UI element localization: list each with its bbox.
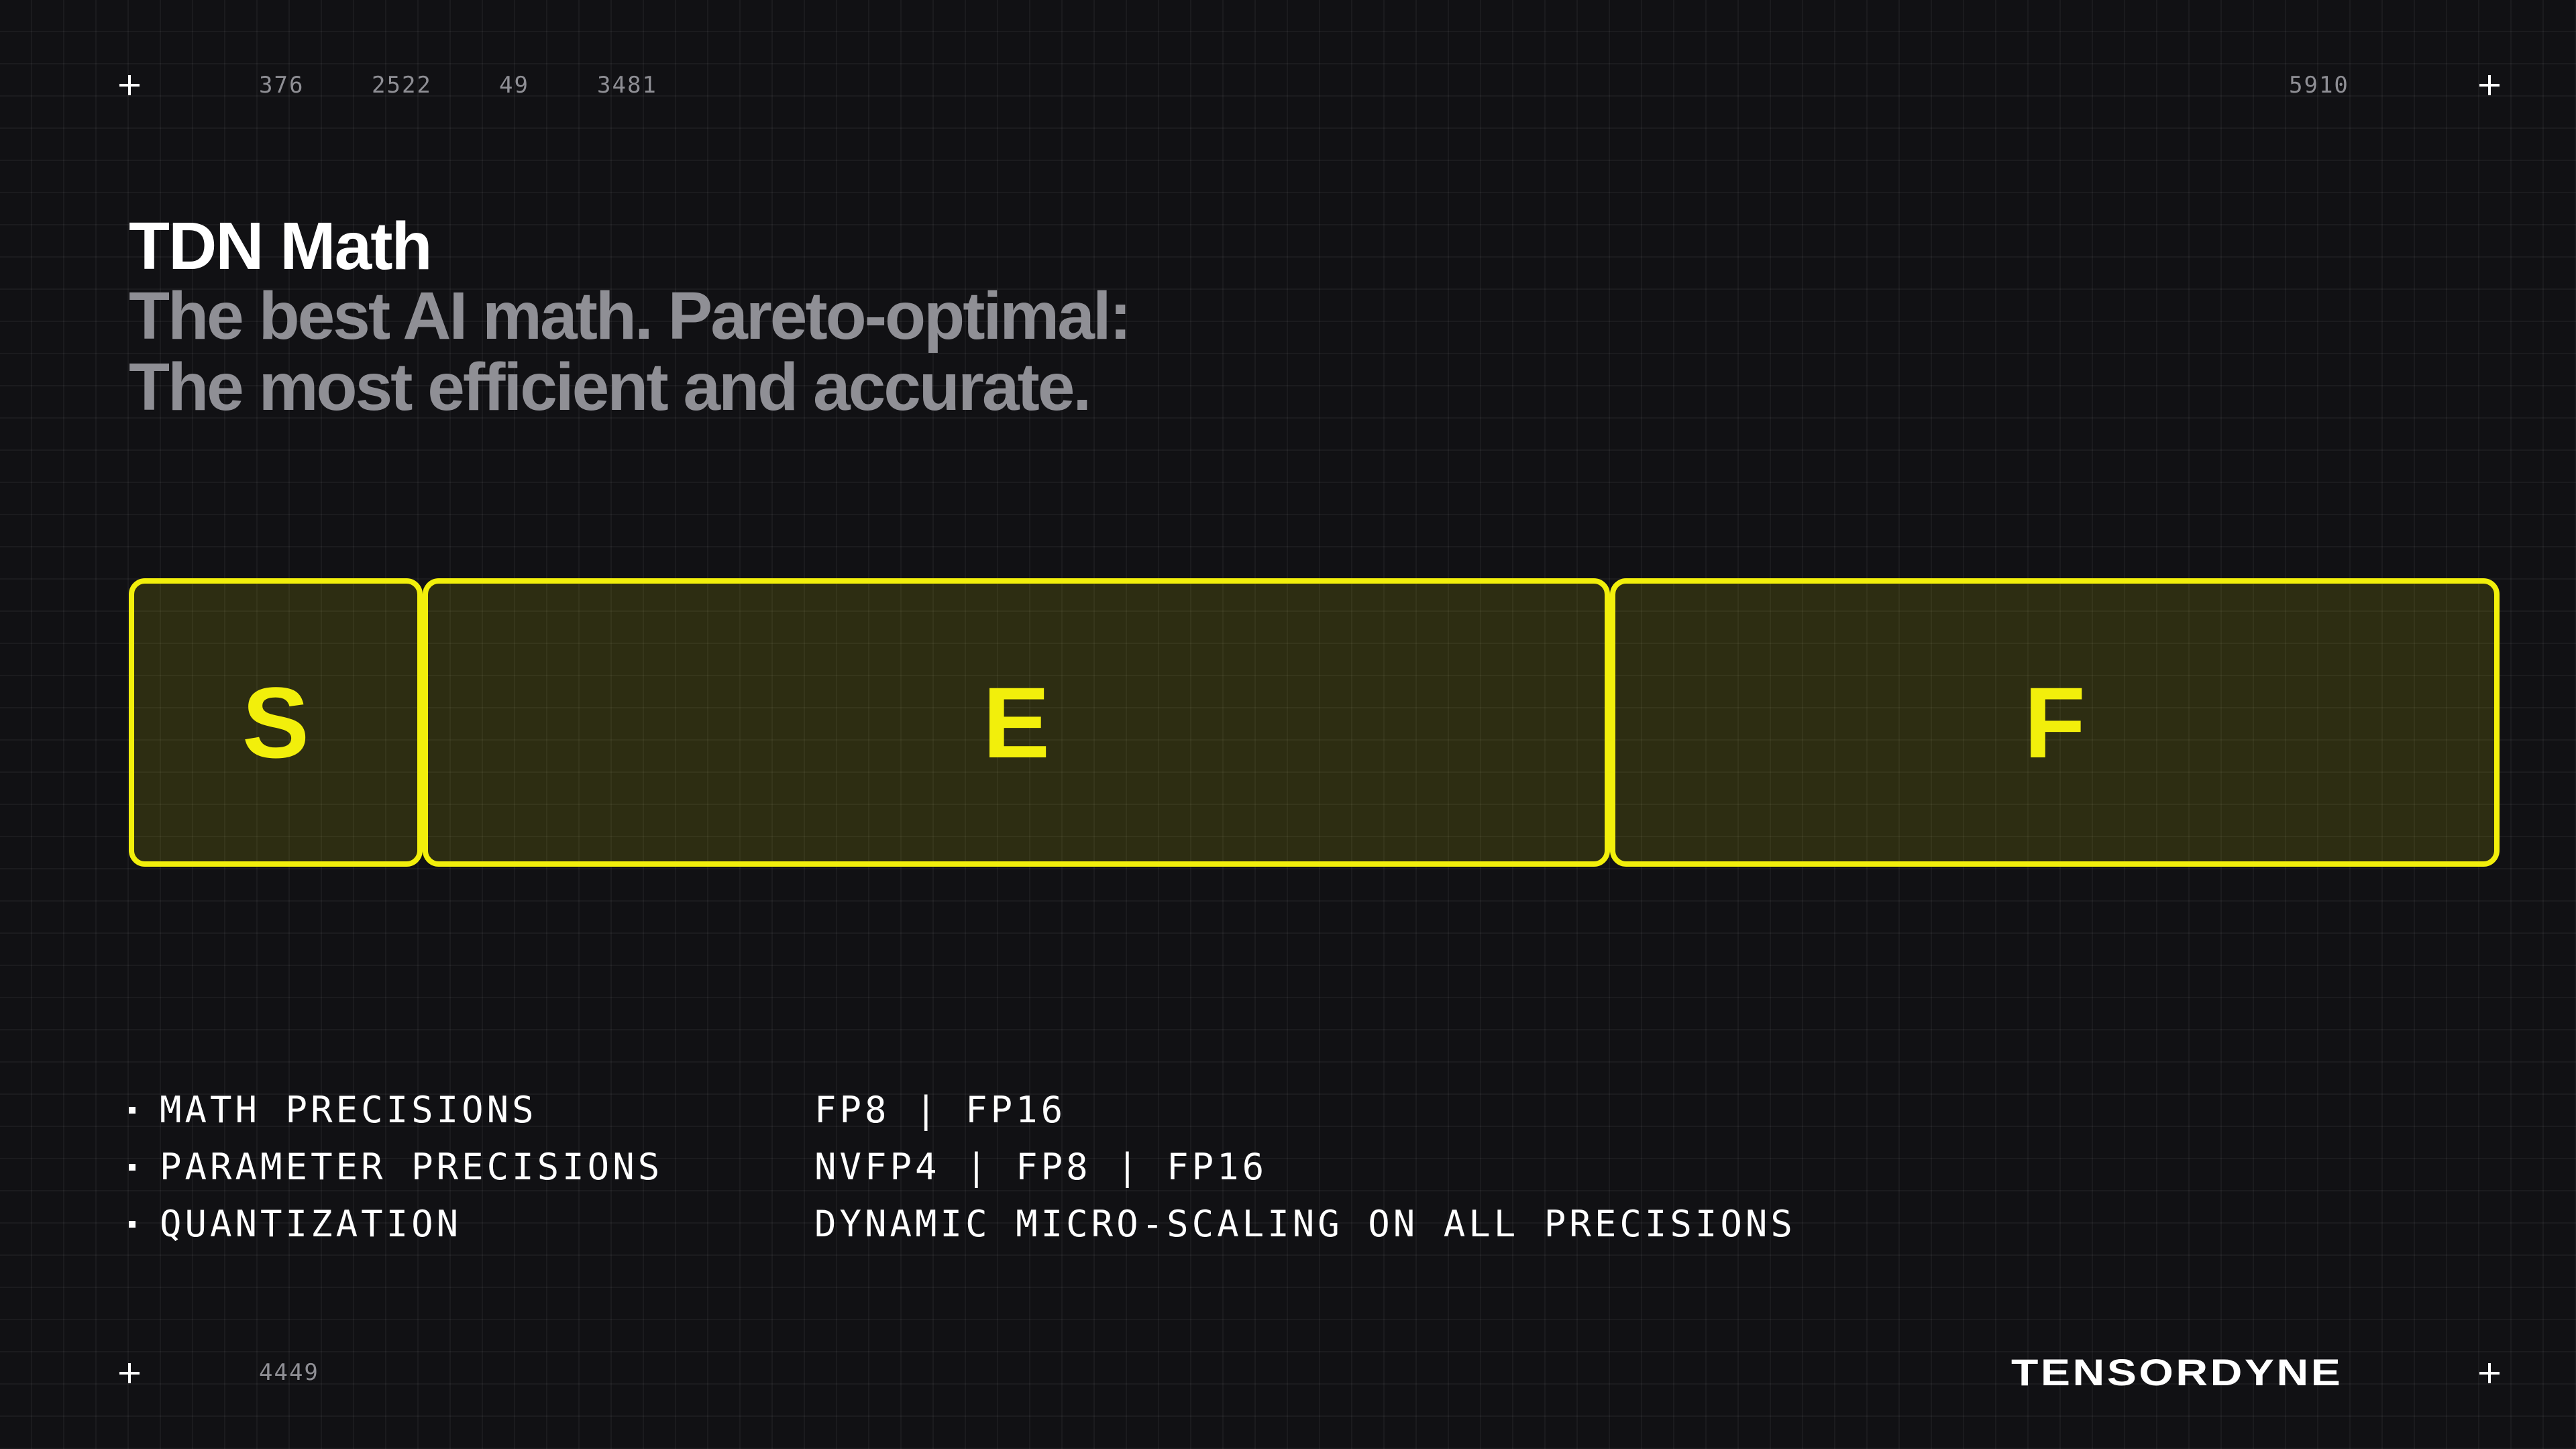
spec-value: FP8 | FP16: [814, 1089, 1067, 1131]
top-number-3: 49: [499, 72, 529, 99]
tensordyne-logo: TENSORDYNE: [2011, 1351, 2343, 1393]
fraction-field-box: F: [1610, 578, 2500, 867]
page-title: TDN Math: [129, 209, 433, 284]
fraction-field-label: F: [2024, 666, 2086, 779]
spec-label: MATH PRECISIONS: [160, 1089, 537, 1131]
top-number-1: 376: [259, 72, 305, 99]
bullet-icon: [129, 1164, 136, 1171]
spec-label: PARAMETER PRECISIONS: [160, 1146, 663, 1188]
bullet-icon: [129, 1221, 136, 1228]
top-number-2: 2522: [372, 72, 432, 99]
sign-field-box: S: [129, 578, 423, 867]
exponent-field-label: E: [982, 666, 1051, 779]
top-number-4: 3481: [597, 72, 657, 99]
bullet-icon: [129, 1107, 136, 1114]
page-subtitle: The best AI math. Pareto-optimal: The mo…: [129, 278, 1132, 425]
top-right-number: 5910: [2289, 72, 2349, 99]
corner-plus-icon-bottom-right: [2479, 1363, 2500, 1383]
corner-plus-icon-top-left: [119, 75, 140, 95]
spec-label: QUANTIZATION: [160, 1203, 462, 1245]
subtitle-line-2: The most efficient and accurate.: [129, 350, 1091, 425]
subtitle-line-1: The best AI math. Pareto-optimal:: [129, 278, 1132, 354]
corner-plus-icon-bottom-left: [119, 1363, 140, 1383]
spec-value: DYNAMIC MICRO-SCALING ON ALL PRECISIONS: [814, 1203, 1796, 1245]
sign-field-label: S: [241, 666, 310, 779]
spec-value: NVFP4 | FP8 | FP16: [814, 1146, 1268, 1188]
corner-plus-icon-top-right: [2479, 75, 2500, 95]
exponent-field-box: E: [423, 578, 1610, 867]
bottom-left-number: 4449: [259, 1359, 319, 1386]
